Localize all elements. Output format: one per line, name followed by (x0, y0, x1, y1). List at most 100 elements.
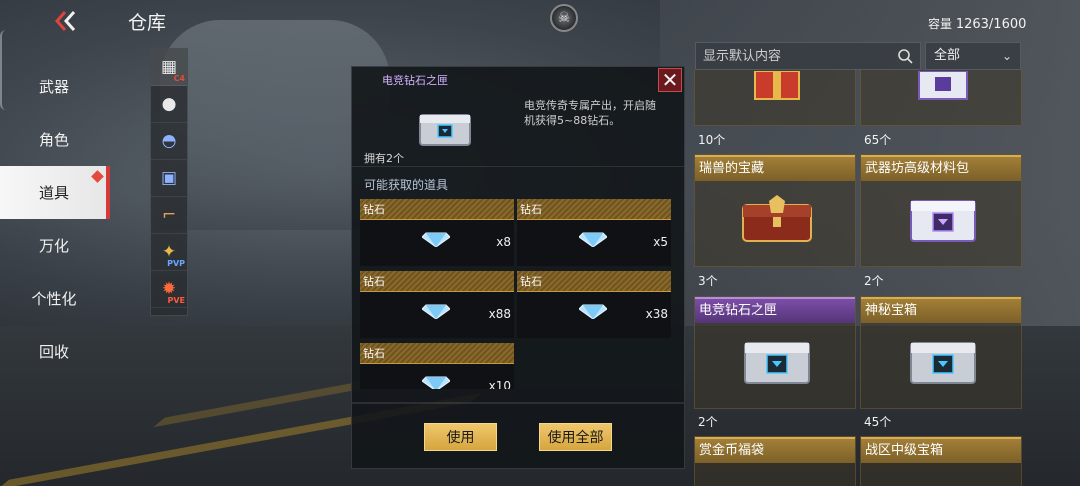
subcategory-tag: PVP (167, 259, 185, 268)
armor-vest-icon: ▣ (160, 168, 178, 188)
item-name: 赏金币福袋 (695, 437, 855, 463)
pistol-icon: ⌐ (161, 205, 177, 225)
item-detail-panel: 电竞钻石之匣 ✕ 电竞传奇专属产出，开启随机获得5~88钻石。 拥有2个 可能获… (351, 66, 685, 469)
subcategory-pistol[interactable]: ⌐ (151, 197, 187, 234)
inventory-item-selected[interactable]: 电竞钻石之匣 (694, 296, 856, 409)
inventory-item[interactable]: 瑞兽的宝藏 (694, 154, 856, 267)
filter-selected: 全部 (934, 48, 961, 63)
sidebar-item-wanhua[interactable]: 万化 (0, 219, 110, 272)
sidebar-item-label: 万化 (38, 237, 69, 255)
loot-card: 钻石 x10 (360, 343, 514, 389)
item-name: 电竞钻石之匣 (695, 297, 855, 323)
loot-card: 钻石 x8 (360, 199, 514, 266)
chevron-down-icon: ⌄ (1001, 49, 1012, 63)
helmet-icon: ◓ (161, 131, 177, 151)
divider (352, 402, 684, 404)
grenade-icon: ● (161, 94, 177, 114)
loot-card: 钻石 x38 (517, 271, 671, 338)
item-name: 战区中级宝箱 (861, 437, 1021, 463)
purple-crate-image (918, 71, 968, 100)
sidebar-item-label: 回收 (38, 343, 69, 361)
loot-quantity: x38 (645, 307, 668, 321)
page-title: 仓库 (128, 12, 167, 34)
item-count: 10个 (698, 133, 726, 147)
subcategory-pvp[interactable]: ✦ PVP (151, 234, 187, 271)
capacity-value: 1263/1600 (955, 17, 1027, 32)
subcategory-tag: PVE (167, 296, 185, 305)
sidebar-item-label: 角色 (38, 131, 69, 149)
silver-case-image (744, 342, 810, 384)
loot-label: 钻石 (360, 343, 514, 364)
loot-section-title: 可能获取的道具 (364, 178, 449, 192)
detail-item-name: 电竞钻石之匣 (382, 74, 448, 87)
loot-label: 钻石 (517, 199, 671, 220)
silver-case-image (910, 342, 976, 384)
item-name: 神秘宝箱 (861, 297, 1021, 323)
inventory-item[interactable]: 神秘宝箱 (860, 296, 1022, 409)
diamond-icon (579, 304, 607, 319)
use-button[interactable]: 使用 (424, 423, 497, 451)
filter-dropdown[interactable]: 全部 ⌄ (925, 42, 1021, 70)
close-button[interactable]: ✕ (658, 68, 682, 92)
sidebar-item-personalize[interactable]: 个性化 (0, 272, 110, 325)
notification-badge (91, 170, 104, 183)
inventory-item[interactable]: 战区中级宝箱 (860, 436, 1022, 486)
sidebar-item-label: 武器 (38, 78, 69, 96)
item-name: 武器坊高级材料包 (861, 155, 1021, 181)
loot-label: 钻石 (360, 199, 514, 220)
subcategory-c4[interactable]: ▦ C4 (151, 49, 187, 86)
close-icon: ✕ (661, 68, 679, 92)
subcategory-tag: C4 (173, 74, 185, 83)
sidebar-item-items[interactable]: 道具 (0, 166, 110, 219)
sidebar-item-recycle[interactable]: 回收 (0, 325, 110, 378)
sidebar-item-weapons[interactable]: 武器 (0, 60, 110, 113)
category-sidebar: 武器 角色 道具 万化 个性化 回收 (0, 60, 110, 378)
search-icon[interactable] (897, 48, 913, 64)
loot-quantity: x8 (496, 235, 511, 249)
item-name: 瑞兽的宝藏 (695, 155, 855, 181)
search-input[interactable] (696, 43, 886, 69)
detail-header: 电竞钻石之匣 ✕ 电竞传奇专属产出，开启随机获得5~88钻石。 拥有2个 (352, 67, 684, 167)
subcategory-helmet[interactable]: ◓ (151, 123, 187, 160)
item-count: 3个 (698, 274, 718, 288)
diamond-icon (422, 232, 450, 247)
capacity-indicator: 容量 1263/1600 (928, 15, 1026, 32)
diamond-case-image (419, 114, 471, 146)
sidebar-item-label: 个性化 (31, 290, 77, 308)
inventory-item[interactable]: 武器坊高级材料包 (860, 154, 1022, 267)
inventory-item[interactable]: 赏金币福袋 (694, 436, 856, 486)
owned-count: 拥有2个 (364, 152, 404, 165)
loot-quantity: x5 (653, 235, 668, 249)
gift-box-image (754, 71, 800, 100)
diamond-icon (422, 304, 450, 319)
loot-list: 钻石 x8 钻石 x5 钻石 x88 钻石 x38 钻石 x10 (360, 199, 671, 389)
capacity-label: 容量 (928, 17, 953, 31)
loot-label: 钻石 (517, 271, 671, 292)
rank-emblem-icon[interactable]: ☠ (550, 4, 578, 32)
subcategory-strip: ▦ C4 ● ◓ ▣ ⌐ ✦ PVP ✹ PVE (150, 48, 188, 316)
search-box (695, 42, 921, 70)
dragon-chest-image (742, 195, 812, 242)
sidebar-item-label: 道具 (38, 184, 69, 202)
use-all-button[interactable]: 使用全部 (539, 423, 612, 451)
loot-card: 钻石 x88 (360, 271, 514, 338)
loot-card: 钻石 x5 (517, 199, 671, 266)
item-count: 45个 (864, 415, 892, 429)
diamond-icon (422, 376, 450, 389)
subcategory-pve[interactable]: ✹ PVE (151, 271, 187, 308)
sidebar-item-characters[interactable]: 角色 (0, 113, 110, 166)
inventory-item[interactable] (860, 70, 1022, 126)
double-chevron-left-icon (54, 11, 76, 31)
detail-description: 电竞传奇专属产出，开启随机获得5~88钻石。 (524, 99, 656, 127)
subcategory-grenade[interactable]: ● (151, 86, 187, 123)
item-count: 65个 (864, 133, 892, 147)
loot-quantity: x88 (488, 307, 511, 321)
inventory-grid: 10个 65个 瑞兽的宝藏 3个 武器坊高级材料包 2个 电竞钻石之匣 2个 神… (694, 70, 1024, 486)
subcategory-armor[interactable]: ▣ (151, 160, 187, 197)
inventory-item[interactable] (694, 70, 856, 126)
loot-label: 钻石 (360, 271, 514, 292)
diamond-icon (579, 232, 607, 247)
item-count: 2个 (864, 274, 884, 288)
loot-quantity: x10 (488, 379, 511, 389)
back-button[interactable] (52, 8, 78, 34)
